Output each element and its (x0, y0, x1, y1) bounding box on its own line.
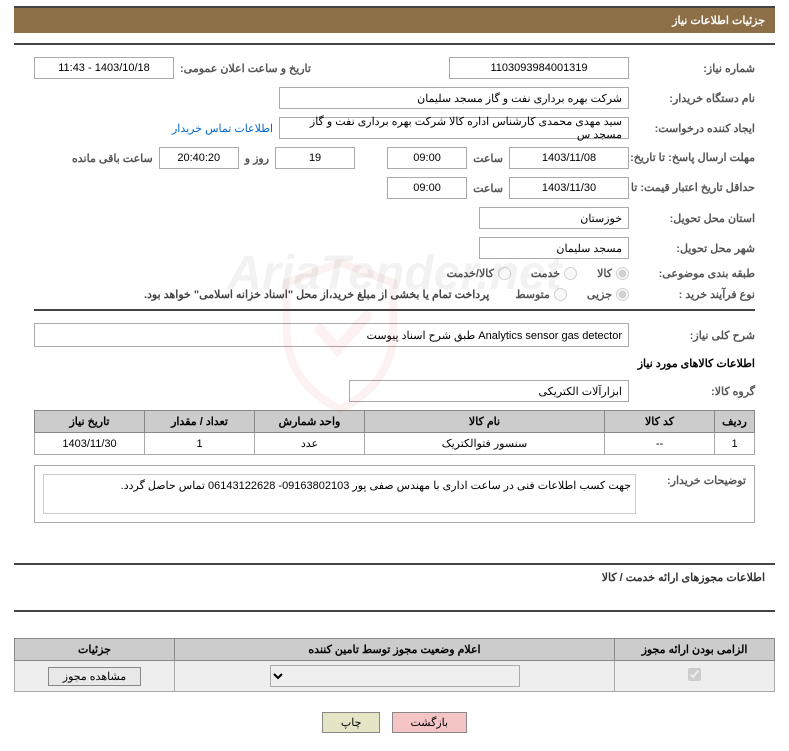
cell-code: -- (605, 433, 715, 455)
time-label-1: ساعت (473, 152, 503, 165)
buyer-notes-label: توضیحات خریدار: (646, 474, 746, 514)
buyer-notes-text: جهت کسب اطلاعات فنی در ساعت اداری با مهن… (43, 474, 636, 514)
divider-1 (34, 309, 755, 311)
need-no-value: 1103093984001319 (449, 57, 629, 79)
goods-group-value: ابزارآلات الکتریکی (349, 380, 629, 402)
radio-medium[interactable] (554, 288, 567, 301)
radio-goods-label: کالا (597, 267, 612, 280)
radio-partial-label: جزیی (587, 288, 612, 301)
back-button[interactable]: بازگشت (392, 712, 468, 733)
reply-time-value: 09:00 (387, 147, 467, 169)
category-label: طبقه بندی موضوعی: (635, 267, 755, 280)
table-row: 1 -- سنسور فتوالکتریک عدد 1 1403/11/30 (35, 433, 755, 455)
category-radios: کالا خدمت کالا/خدمت (447, 267, 629, 280)
radio-partial[interactable] (616, 288, 629, 301)
footer-buttons: چاپ بازگشت (0, 712, 789, 733)
th-code: کد کالا (605, 411, 715, 433)
general-desc-value: طبق شرح اسناد پیوست Analytics sensor gas… (34, 323, 629, 347)
goods-table: ردیف کد کالا نام کالا واحد شمارش تعداد /… (34, 410, 755, 455)
price-date-value: 1403/11/30 (509, 177, 629, 199)
cell-name: سنسور فتوالکتریک (365, 433, 605, 455)
process-radios: جزیی متوسط (515, 288, 629, 301)
reply-deadline-label: مهلت ارسال پاسخ: تا تاریخ: (635, 151, 755, 165)
cell-unit: عدد (255, 433, 365, 455)
cell-row: 1 (715, 433, 755, 455)
status-select[interactable] (270, 665, 520, 687)
province-label: استان محل تحویل: (635, 212, 755, 225)
th-status: اعلام وضعیت مجوز توسط تامین کننده (175, 639, 615, 661)
buyer-contact-link[interactable]: اطلاعات تماس خریدار (172, 122, 273, 135)
general-desc-label: شرح کلی نیاز: (635, 329, 755, 342)
radio-service[interactable] (564, 267, 577, 280)
days-and-label: روز و (245, 152, 269, 165)
days-remaining: 19 (275, 147, 355, 169)
goods-group-label: گروه کالا: (635, 385, 755, 398)
cell-date: 1403/11/30 (35, 433, 145, 455)
page-title: جزئیات اطلاعات نیاز (14, 6, 775, 33)
cell-mandatory (615, 661, 775, 692)
th-mandatory: الزامی بودن ارائه مجوز (615, 639, 775, 661)
price-time-value: 09:00 (387, 177, 467, 199)
time-label-2: ساعت (473, 182, 503, 195)
permit-row: مشاهده مجوز (15, 661, 775, 692)
buyer-org-value: شرکت بهره برداری نفت و گاز مسجد سلیمان (279, 87, 629, 109)
reply-date-value: 1403/11/08 (509, 147, 629, 169)
main-content: شماره نیاز: 1103093984001319 تاریخ و ساع… (14, 43, 775, 543)
need-no-label: شماره نیاز: (635, 62, 755, 75)
countdown-value: 20:40:20 (159, 147, 239, 169)
requester-value: سید مهدی محمدی کارشناس اداره کالا شرکت ب… (279, 117, 629, 139)
mandatory-checkbox[interactable] (688, 668, 701, 681)
cell-status (175, 661, 615, 692)
radio-both-label: کالا/خدمت (447, 267, 494, 280)
radio-service-label: خدمت (531, 267, 560, 280)
radio-goods[interactable] (616, 267, 629, 280)
view-permit-button[interactable]: مشاهده مجوز (48, 667, 141, 686)
th-qty: تعداد / مقدار (145, 411, 255, 433)
permits-body: الزامی بودن ارائه مجوز اعلام وضعیت مجوز … (14, 610, 775, 692)
announce-value: 1403/10/18 - 11:43 (34, 57, 174, 79)
province-value: خوزستان (479, 207, 629, 229)
goods-info-title: اطلاعات کالاهای مورد نیاز (34, 357, 755, 370)
th-row: ردیف (715, 411, 755, 433)
radio-medium-label: متوسط (515, 288, 550, 301)
announce-label: تاریخ و ساعت اعلان عمومی: (180, 62, 311, 75)
requester-label: ایجاد کننده درخواست: (635, 122, 755, 135)
cell-details: مشاهده مجوز (15, 661, 175, 692)
buyer-notes-box: توضیحات خریدار: جهت کسب اطلاعات فنی در س… (34, 465, 755, 523)
cell-qty: 1 (145, 433, 255, 455)
process-label: نوع فرآیند خرید : (635, 288, 755, 301)
print-button[interactable]: چاپ (322, 712, 381, 733)
th-name: نام کالا (365, 411, 605, 433)
price-validity-label: حداقل تاریخ اعتبار قیمت: تا تاریخ: (635, 181, 755, 195)
permits-section-title: اطلاعات مجوزهای ارائه خدمت / کالا (14, 563, 775, 590)
th-date: تاریخ نیاز (35, 411, 145, 433)
th-details: جزئیات (15, 639, 175, 661)
city-value: مسجد سلیمان (479, 237, 629, 259)
buyer-org-label: نام دستگاه خریدار: (635, 92, 755, 105)
permits-table: الزامی بودن ارائه مجوز اعلام وضعیت مجوز … (14, 638, 775, 692)
th-unit: واحد شمارش (255, 411, 365, 433)
radio-both[interactable] (498, 267, 511, 280)
remain-label: ساعت باقی مانده (72, 152, 153, 165)
city-label: شهر محل تحویل: (635, 242, 755, 255)
payment-note: پرداخت تمام یا بخشی از مبلغ خرید،از محل … (144, 288, 489, 301)
